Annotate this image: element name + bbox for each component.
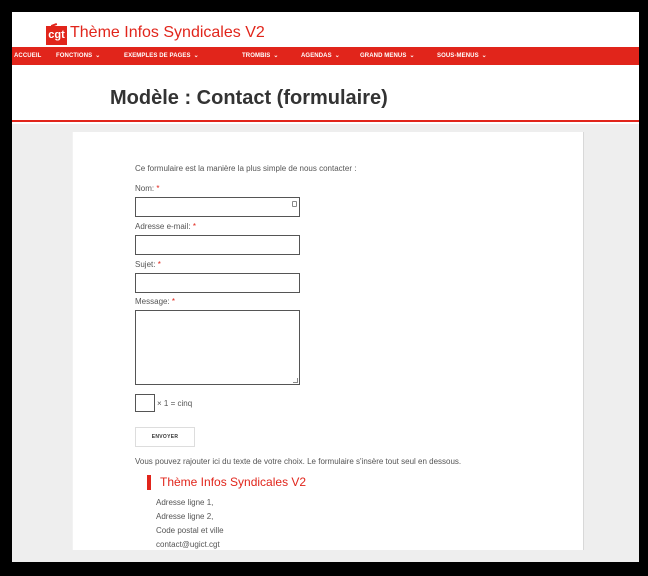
email-field[interactable] <box>135 235 300 255</box>
chevron-down-icon: ⌄ <box>95 53 101 59</box>
after-form-text: Vous pouvez rajouter ici du texte de vot… <box>135 457 462 466</box>
autofill-icon <box>292 201 297 207</box>
site-header: cgt Thème Infos Syndicales V2 <box>12 12 639 47</box>
message-label: Message: * <box>135 297 175 306</box>
address-accent-bar <box>147 475 151 490</box>
nav-item-exemples-de-pages[interactable]: EXEMPLES DE PAGES ⌄ <box>124 47 199 65</box>
cgt-logo[interactable]: cgt <box>46 23 67 45</box>
address-line-3: Code postal et ville <box>156 526 224 535</box>
submit-button[interactable]: ENVOYER <box>135 427 195 447</box>
message-label-text: Message: <box>135 297 170 306</box>
nav-item-sous-menus[interactable]: SOUS-MENUS ⌄ <box>437 47 487 65</box>
nav-item-fonctions[interactable]: FONCTIONS ⌄ <box>56 47 100 65</box>
address-line-2: Adresse ligne 2, <box>156 512 214 521</box>
address-email[interactable]: contact@ugict.cgt <box>156 540 220 549</box>
nav-item-agendas[interactable]: AGENDAS ⌄ <box>301 47 340 65</box>
captcha-question: × 1 = cinq <box>157 399 193 408</box>
chevron-down-icon: ⌄ <box>334 53 340 59</box>
name-field[interactable] <box>135 197 300 217</box>
nav-item-grand-menus[interactable]: GRAND MENUS ⌄ <box>360 47 415 65</box>
name-label: Nom: * <box>135 184 159 193</box>
nav-item-trombis[interactable]: TROMBIS ⌄ <box>242 47 279 65</box>
captcha-input[interactable] <box>135 394 155 412</box>
nav-item-label: GRAND MENUS <box>360 53 407 59</box>
name-label-text: Nom: <box>135 184 155 193</box>
required-marker: * <box>156 184 160 193</box>
main-navigation: ACCUEIL FONCTIONS ⌄ EXEMPLES DE PAGES ⌄ TR… <box>12 47 639 65</box>
page-title-bar: Modèle : Contact (formulaire) <box>12 65 639 122</box>
site-title[interactable]: Thème Infos Syndicales V2 <box>70 24 265 42</box>
nav-item-label: TROMBIS <box>242 53 271 59</box>
nav-item-label: AGENDAS <box>301 53 332 59</box>
required-marker: * <box>157 260 161 269</box>
subject-label-text: Sujet: <box>135 260 156 269</box>
logo-accent-mark <box>50 23 58 27</box>
chevron-down-icon: ⌄ <box>273 53 279 59</box>
address-title: Thème Infos Syndicales V2 <box>160 475 307 489</box>
nav-item-accueil[interactable]: ACCUEIL <box>14 47 41 65</box>
form-intro-text: Ce formulaire est la manière la plus sim… <box>135 164 357 173</box>
email-label-text: Adresse e-mail: <box>135 222 191 231</box>
chevron-down-icon: ⌄ <box>409 53 415 59</box>
required-marker: * <box>192 222 196 231</box>
page-title: Modèle : Contact (formulaire) <box>110 87 388 109</box>
email-label: Adresse e-mail: * <box>135 222 196 231</box>
subject-label: Sujet: * <box>135 260 161 269</box>
nav-item-label: EXEMPLES DE PAGES <box>124 53 191 59</box>
nav-item-label: SOUS-MENUS <box>437 53 479 59</box>
nav-item-label: ACCUEIL <box>14 53 42 59</box>
required-marker: * <box>171 297 176 306</box>
nav-item-label: FONCTIONS <box>56 53 93 59</box>
subject-field[interactable] <box>135 273 300 293</box>
logo-text: cgt <box>48 29 65 41</box>
chevron-down-icon: ⌄ <box>481 53 487 59</box>
resize-handle-icon[interactable] <box>293 378 298 383</box>
chevron-down-icon: ⌄ <box>193 53 199 59</box>
message-textarea[interactable] <box>135 310 300 385</box>
address-line-1: Adresse ligne 1, <box>156 498 214 507</box>
